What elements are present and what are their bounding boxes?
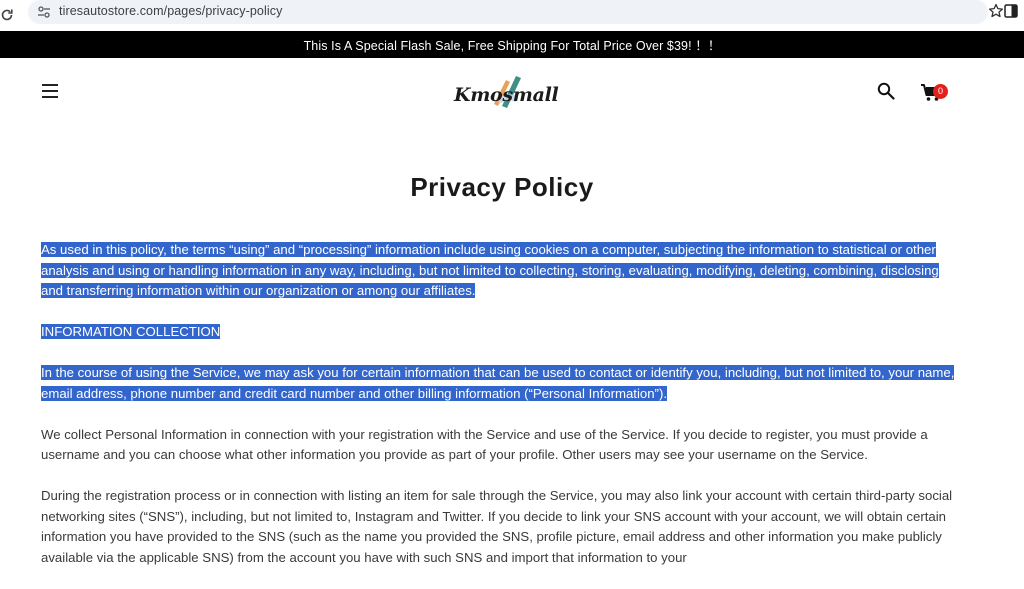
page-title: Privacy Policy (410, 172, 594, 202)
policy-paragraph: We collect Personal Information in conne… (41, 426, 928, 463)
policy-paragraph: During the registration process or in co… (41, 488, 953, 565)
cart-button[interactable]: 0 (920, 80, 952, 104)
search-icon[interactable] (877, 82, 895, 100)
selected-text: In the course of using the Service, we m… (41, 365, 955, 401)
site-header: Kmosmall 0 (0, 58, 1024, 138)
reload-icon[interactable] (0, 8, 14, 22)
logo-text: Kmosmall (454, 84, 559, 106)
announcement-bar: This Is A Special Flash Sale, Free Shipp… (0, 31, 1024, 58)
browser-toolbar: tiresautostore.com/pages/privacy-policy (0, 0, 1024, 30)
policy-paragraph: As used in this policy, the terms “using… (41, 240, 961, 302)
url-text[interactable]: tiresautostore.com/pages/privacy-policy (59, 4, 282, 18)
selected-text: As used in this policy, the terms “using… (41, 242, 939, 298)
policy-paragraph: In the course of using the Service, we m… (41, 363, 961, 404)
hamburger-menu-icon[interactable] (42, 84, 58, 98)
policy-content: As used in this policy, the terms “using… (41, 240, 961, 589)
site-logo[interactable]: Kmosmall (450, 70, 560, 114)
address-bar[interactable]: tiresautostore.com/pages/privacy-policy (28, 0, 1004, 24)
side-panel-icon[interactable] (1004, 4, 1018, 18)
selected-text: INFORMATION COLLECTION (41, 324, 221, 339)
announcement-text: This Is A Special Flash Sale, Free Shipp… (303, 39, 721, 53)
star-icon[interactable] (988, 3, 1004, 19)
site-info-icon[interactable] (37, 5, 51, 19)
section-heading: INFORMATION COLLECTION (41, 322, 961, 343)
cart-count-badge: 0 (933, 84, 948, 99)
